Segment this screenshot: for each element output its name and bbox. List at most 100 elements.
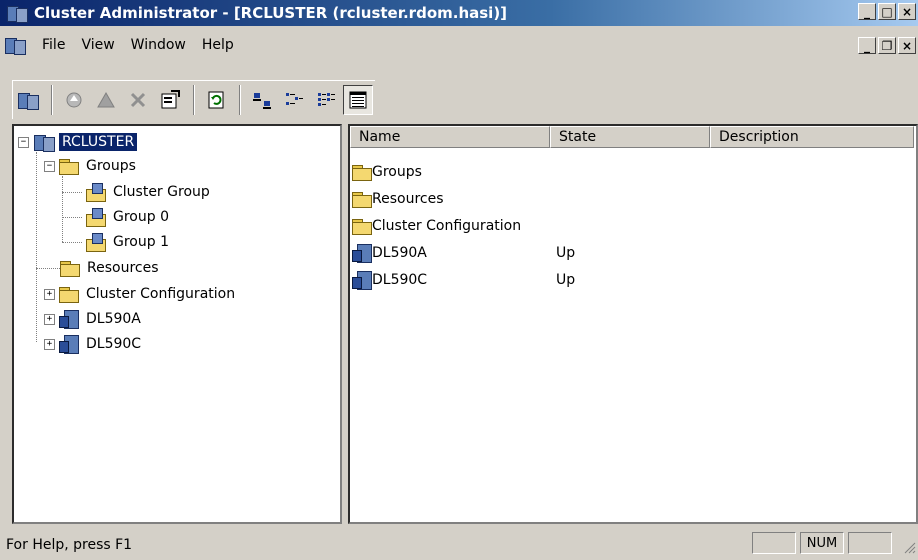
menu-window[interactable]: Window bbox=[123, 37, 194, 53]
menu-help[interactable]: Help bbox=[194, 37, 242, 53]
tree-connector bbox=[62, 217, 82, 218]
tree-node-groups[interactable]: − Groups bbox=[44, 154, 139, 178]
list-item-name: Resources bbox=[372, 191, 444, 207]
resize-grip-icon[interactable] bbox=[902, 540, 916, 554]
take-offline-button[interactable] bbox=[91, 85, 121, 115]
list-item-state: Up bbox=[556, 272, 576, 288]
expand-toggle[interactable]: + bbox=[44, 288, 55, 300]
tree-label-groups: Groups bbox=[86, 158, 136, 174]
tree-connector bbox=[36, 152, 37, 342]
tree-node-cluster-configuration[interactable]: + Cluster Configuration bbox=[44, 282, 238, 306]
list-item[interactable]: Groups bbox=[352, 160, 716, 184]
status-panel-scroll bbox=[848, 532, 892, 554]
list-item-name: DL590A bbox=[372, 245, 427, 261]
title-bar[interactable]: Cluster Administrator - [RCLUSTER (rclus… bbox=[0, 0, 918, 26]
group-icon bbox=[84, 233, 106, 252]
expand-toggle[interactable]: + bbox=[44, 338, 55, 350]
expand-toggle[interactable]: + bbox=[44, 313, 55, 325]
tree-label-dl590c: DL590C bbox=[86, 336, 142, 352]
list-header: Name State Description bbox=[350, 126, 916, 148]
column-header-state[interactable]: State bbox=[550, 126, 710, 148]
status-panel-num: NUM bbox=[800, 532, 844, 554]
tree-label-root: RCLUSTER bbox=[59, 133, 138, 151]
collapse-toggle[interactable]: − bbox=[44, 160, 55, 172]
column-header-name[interactable]: Name bbox=[350, 126, 550, 148]
minimize-button[interactable]: _ bbox=[858, 3, 876, 20]
server-icon bbox=[59, 335, 79, 354]
mdi-restore-button[interactable]: ❐ bbox=[878, 37, 896, 54]
mdi-window-buttons: _ ❐ × bbox=[858, 37, 916, 54]
server-icon bbox=[352, 244, 372, 263]
maximize-button[interactable]: □ bbox=[878, 3, 896, 20]
folder-icon bbox=[352, 218, 372, 235]
list-pane[interactable]: Name State Description Groups Resources … bbox=[348, 124, 918, 524]
menu-view[interactable]: View bbox=[73, 37, 122, 53]
status-panel-caps bbox=[752, 532, 796, 554]
list-item-name: Cluster Configuration bbox=[372, 218, 522, 234]
take-offline-icon bbox=[97, 91, 115, 108]
small-icons-button[interactable] bbox=[279, 85, 309, 115]
tree-node-group-1[interactable]: Group 1 bbox=[84, 230, 172, 254]
list-view-button[interactable] bbox=[311, 85, 341, 115]
delete-button[interactable] bbox=[123, 85, 153, 115]
group-icon bbox=[84, 183, 106, 202]
tree-node-resources[interactable]: Resources bbox=[60, 256, 162, 280]
properties-button[interactable] bbox=[155, 85, 185, 115]
tree-label-resources: Resources bbox=[87, 260, 159, 276]
document-control-icon[interactable] bbox=[4, 36, 26, 55]
menu-file[interactable]: File bbox=[34, 37, 73, 53]
bring-online-button[interactable] bbox=[59, 85, 89, 115]
list-item[interactable]: DL590C Up bbox=[352, 268, 716, 292]
bring-online-icon bbox=[66, 92, 82, 108]
folder-icon bbox=[60, 260, 80, 277]
cluster-admin-app-icon[interactable] bbox=[6, 4, 28, 23]
tree-pane[interactable]: − RCLUSTER − Groups Cluster Group Group … bbox=[12, 124, 342, 524]
list-item-name: DL590C bbox=[372, 272, 428, 288]
group-icon bbox=[84, 208, 106, 227]
window-title: Cluster Administrator - [RCLUSTER (rclus… bbox=[34, 4, 508, 22]
collapse-toggle[interactable]: − bbox=[18, 136, 29, 148]
tree-connector bbox=[62, 192, 82, 193]
toolbar-separator bbox=[51, 85, 53, 115]
tree-label-group-1: Group 1 bbox=[113, 234, 169, 250]
list-item[interactable]: Resources bbox=[352, 187, 716, 211]
list-view-icon bbox=[318, 93, 335, 106]
tree-node-group-0[interactable]: Group 0 bbox=[84, 205, 172, 229]
server-icon bbox=[352, 271, 372, 290]
mdi-minimize-button[interactable]: _ bbox=[858, 37, 876, 54]
toolbar-separator bbox=[193, 85, 195, 115]
tree-node-dl590a[interactable]: + DL590A bbox=[44, 307, 144, 331]
status-bar: For Help, press F1 NUM bbox=[0, 530, 918, 560]
tree-node-root[interactable]: − RCLUSTER bbox=[18, 130, 138, 154]
list-item-name: Groups bbox=[372, 164, 422, 180]
toolbar bbox=[12, 80, 375, 119]
large-icons-button[interactable] bbox=[247, 85, 277, 115]
list-item[interactable]: Cluster Configuration bbox=[352, 214, 716, 238]
tree-label-cluster-configuration: Cluster Configuration bbox=[86, 286, 236, 302]
small-icons-icon bbox=[286, 93, 303, 105]
delete-icon bbox=[130, 92, 146, 108]
tree-connector bbox=[62, 176, 63, 242]
folder-icon bbox=[352, 191, 372, 208]
title-bar-buttons: _ □ × bbox=[858, 3, 916, 20]
open-connection-button[interactable] bbox=[13, 85, 43, 115]
list-item-state: Up bbox=[556, 245, 576, 261]
list-item[interactable]: DL590A Up bbox=[352, 241, 716, 265]
tree-connector bbox=[62, 242, 82, 243]
tree-node-dl590c[interactable]: + DL590C bbox=[44, 332, 144, 356]
tree-label-group-0: Group 0 bbox=[113, 209, 169, 225]
details-view-button[interactable] bbox=[343, 85, 373, 115]
column-header-description[interactable]: Description bbox=[710, 126, 914, 148]
folder-icon bbox=[59, 158, 79, 175]
close-button[interactable]: × bbox=[898, 3, 916, 20]
menu-bar: File View Window Help bbox=[0, 34, 918, 56]
mdi-close-button[interactable]: × bbox=[898, 37, 916, 54]
tree-connector bbox=[36, 268, 60, 269]
open-connection-icon bbox=[17, 91, 39, 110]
server-icon bbox=[59, 310, 79, 329]
properties-icon bbox=[161, 90, 180, 109]
tree-node-cluster-group[interactable]: Cluster Group bbox=[84, 180, 213, 204]
refresh-button[interactable] bbox=[201, 85, 231, 115]
toolbar-separator bbox=[239, 85, 241, 115]
refresh-icon bbox=[208, 91, 224, 109]
